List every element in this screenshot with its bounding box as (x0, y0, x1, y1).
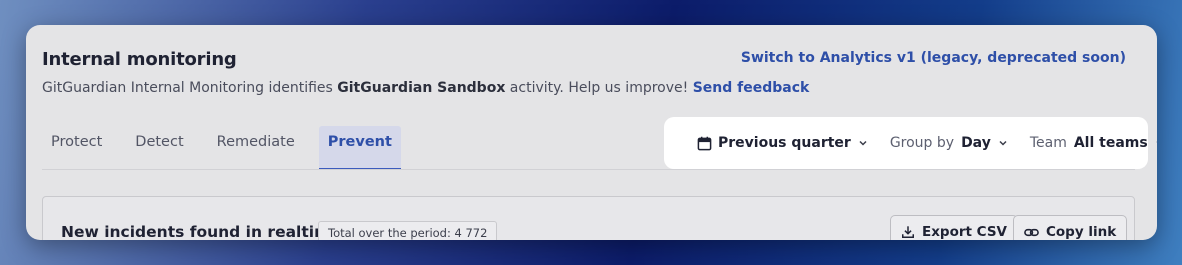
send-feedback-link[interactable]: Send feedback (693, 80, 810, 96)
team-filter[interactable]: Team All teams (1030, 135, 1157, 151)
page-title: Internal monitoring (42, 49, 237, 70)
team-label: Team (1029, 135, 1067, 151)
link-icon (1024, 228, 1039, 236)
tab-detect[interactable]: Detect (126, 126, 192, 170)
subtitle-prefix: GitGuardian Internal Monitoring identifi… (42, 80, 338, 96)
tab-bar: Protect Detect Remediate Prevent (42, 126, 416, 170)
tab-prevent[interactable]: Prevent (318, 126, 401, 170)
subtitle-suffix: activity. Help us improve! (505, 80, 693, 96)
tab-remediate[interactable]: Remediate (208, 126, 304, 170)
download-icon (902, 226, 914, 238)
card-title: New incidents found in realtime (61, 223, 341, 240)
switch-legacy-link[interactable]: Switch to Analytics v1 (legacy, deprecat… (741, 50, 1126, 66)
subtitle-org-name: GitGuardian Sandbox (337, 80, 506, 96)
analytics-window: Internal monitoring Switch to Analytics … (26, 25, 1157, 240)
incidents-card: New incidents found in realtime Total ov… (42, 196, 1135, 240)
chevron-down-icon (999, 140, 1007, 146)
page-subtitle: GitGuardian Internal Monitoring identifi… (42, 80, 809, 96)
copy-link-label: Copy link (1046, 224, 1117, 240)
period-value: Previous quarter (718, 135, 851, 151)
copy-link-button[interactable]: Copy link (1013, 215, 1128, 240)
period-filter[interactable]: Previous quarter (697, 135, 868, 151)
export-csv-label: Export CSV (922, 224, 1008, 240)
group-by-filter[interactable]: Group by Day (890, 135, 1008, 151)
filter-bar: Previous quarter Group by Day Team All t… (664, 117, 1157, 169)
team-value: All teams (1073, 135, 1148, 151)
chevron-down-icon (859, 140, 867, 146)
tabs-divider (42, 169, 1135, 170)
export-csv-button[interactable]: Export CSV (890, 215, 1019, 240)
group-by-value: Day (961, 135, 991, 151)
chevron-down-icon (1156, 141, 1157, 143)
calendar-icon (697, 136, 712, 150)
group-by-label: Group by (889, 135, 955, 151)
total-badge: Total over the period: 4 772 (318, 221, 498, 240)
tab-protect[interactable]: Protect (42, 126, 111, 170)
